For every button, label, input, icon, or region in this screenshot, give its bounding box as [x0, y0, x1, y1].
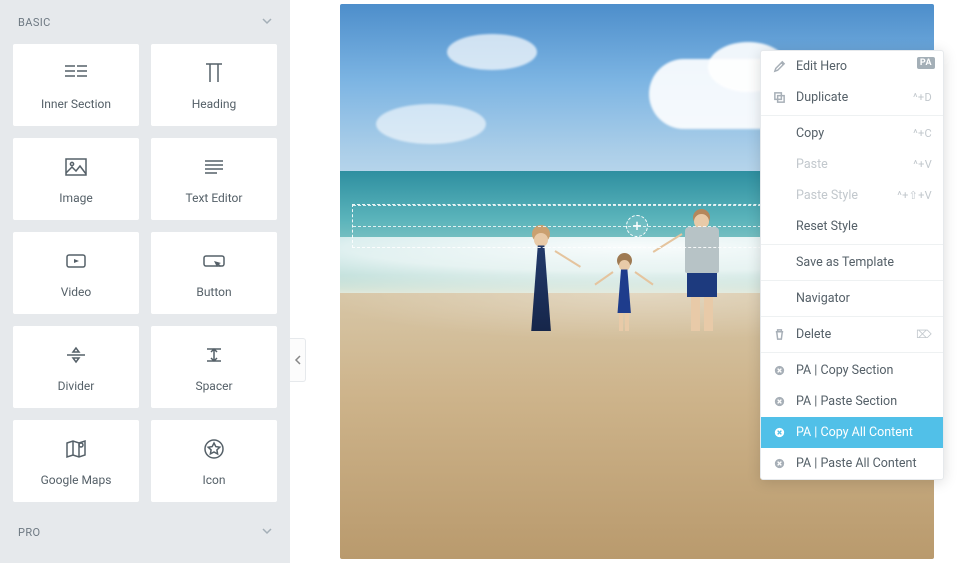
ctx-label: Paste Style	[796, 188, 858, 203]
figure-child	[616, 260, 632, 331]
widget-label: Text Editor	[186, 191, 243, 205]
widget-label: Spacer	[195, 379, 232, 393]
ctx-label: Delete	[796, 327, 831, 342]
chevron-down-icon	[262, 16, 272, 29]
widget-inner-section[interactable]: Inner Section	[12, 43, 140, 127]
ctx-label: Save as Template	[796, 255, 894, 270]
ctx-label: PA | Paste Section	[796, 394, 897, 409]
elements-panel: BASIC Inner Section Heading	[0, 0, 290, 563]
pa-icon	[772, 457, 786, 470]
ctx-duplicate[interactable]: Duplicate ^+D	[761, 82, 943, 113]
ctx-shortcut: ^+⇧+V	[897, 189, 932, 202]
ctx-reset-style[interactable]: Reset Style	[761, 211, 943, 242]
ctx-shortcut: ^+D	[913, 91, 932, 104]
ctx-copy[interactable]: Copy ^+C	[761, 118, 943, 149]
widget-divider[interactable]: Divider	[12, 325, 140, 409]
widget-label: Inner Section	[41, 97, 111, 111]
widget-label: Video	[61, 285, 92, 299]
ctx-paste-style: Paste Style ^+⇧+V	[761, 180, 943, 211]
basic-section-title: BASIC	[18, 16, 51, 29]
video-icon	[62, 247, 90, 275]
ctx-navigator[interactable]: Navigator	[761, 283, 943, 314]
widget-icon[interactable]: Icon	[150, 419, 278, 503]
pencil-icon	[772, 60, 786, 73]
add-element-handle[interactable]: +	[626, 215, 648, 237]
pa-icon	[772, 426, 786, 439]
widget-label: Divider	[58, 379, 95, 393]
heading-icon	[200, 59, 228, 87]
ctx-shortcut: ⌦	[916, 328, 932, 341]
ctx-pa-copy-all-content[interactable]: PA | Copy All Content	[761, 417, 943, 448]
widget-label: Image	[59, 191, 92, 205]
basic-widgets-grid: Inner Section Heading Image Text Editor	[10, 43, 280, 503]
ctx-label: Navigator	[796, 291, 850, 306]
pa-icon	[772, 364, 786, 377]
ctx-label: PA | Copy Section	[796, 363, 893, 378]
divider-icon	[62, 341, 90, 369]
ctx-label: Duplicate	[796, 90, 848, 105]
widget-video[interactable]: Video	[12, 231, 140, 315]
ctx-label: Copy	[796, 126, 824, 141]
pro-section-title: PRO	[18, 526, 41, 539]
copy-icon	[772, 91, 786, 104]
button-icon	[200, 247, 228, 275]
pro-section: PRO	[0, 522, 290, 563]
ctx-pa-paste-all-content[interactable]: PA | Paste All Content	[761, 448, 943, 479]
context-menu: Edit Hero PA Duplicate ^+D Copy ^+C Past…	[760, 50, 944, 480]
image-icon	[62, 153, 90, 181]
ctx-pa-paste-section[interactable]: PA | Paste Section	[761, 386, 943, 417]
ctx-label: PA | Copy All Content	[796, 425, 913, 440]
ctx-label: Reset Style	[796, 219, 858, 234]
ctx-label: Paste	[796, 157, 828, 172]
pa-badge: PA	[917, 57, 935, 69]
ctx-edit-hero[interactable]: Edit Hero PA	[761, 51, 943, 82]
widget-google-maps[interactable]: Google Maps	[12, 419, 140, 503]
spacer-icon	[200, 341, 228, 369]
widget-button[interactable]: Button	[150, 231, 278, 315]
widget-label: Google Maps	[41, 473, 112, 487]
widget-label: Button	[196, 285, 231, 299]
widget-label: Heading	[192, 97, 237, 111]
icon-icon	[200, 435, 228, 463]
widget-heading[interactable]: Heading	[150, 43, 278, 127]
pa-icon	[772, 395, 786, 408]
google-maps-icon	[62, 435, 90, 463]
widget-label: Icon	[202, 473, 225, 487]
chevron-down-icon	[262, 526, 272, 539]
widget-spacer[interactable]: Spacer	[150, 325, 278, 409]
ctx-shortcut: ^+V	[913, 158, 932, 171]
panel-collapse-handle[interactable]	[290, 338, 306, 382]
ctx-shortcut: ^+C	[913, 127, 932, 140]
widget-text-editor[interactable]: Text Editor	[150, 137, 278, 221]
ctx-delete[interactable]: Delete ⌦	[761, 319, 943, 350]
trash-icon	[772, 328, 786, 341]
ctx-save-as-template[interactable]: Save as Template	[761, 247, 943, 278]
ctx-paste: Paste ^+V	[761, 149, 943, 180]
pro-section-header[interactable]: PRO	[10, 522, 280, 553]
basic-section-header[interactable]: BASIC	[10, 12, 280, 43]
inner-section-icon	[62, 59, 90, 87]
widget-image[interactable]: Image	[12, 137, 140, 221]
ctx-label: PA | Paste All Content	[796, 456, 917, 471]
ctx-label: Edit Hero	[796, 59, 847, 74]
ctx-pa-copy-section[interactable]: PA | Copy Section	[761, 355, 943, 386]
basic-section: BASIC Inner Section Heading	[0, 0, 290, 513]
text-editor-icon	[200, 153, 228, 181]
